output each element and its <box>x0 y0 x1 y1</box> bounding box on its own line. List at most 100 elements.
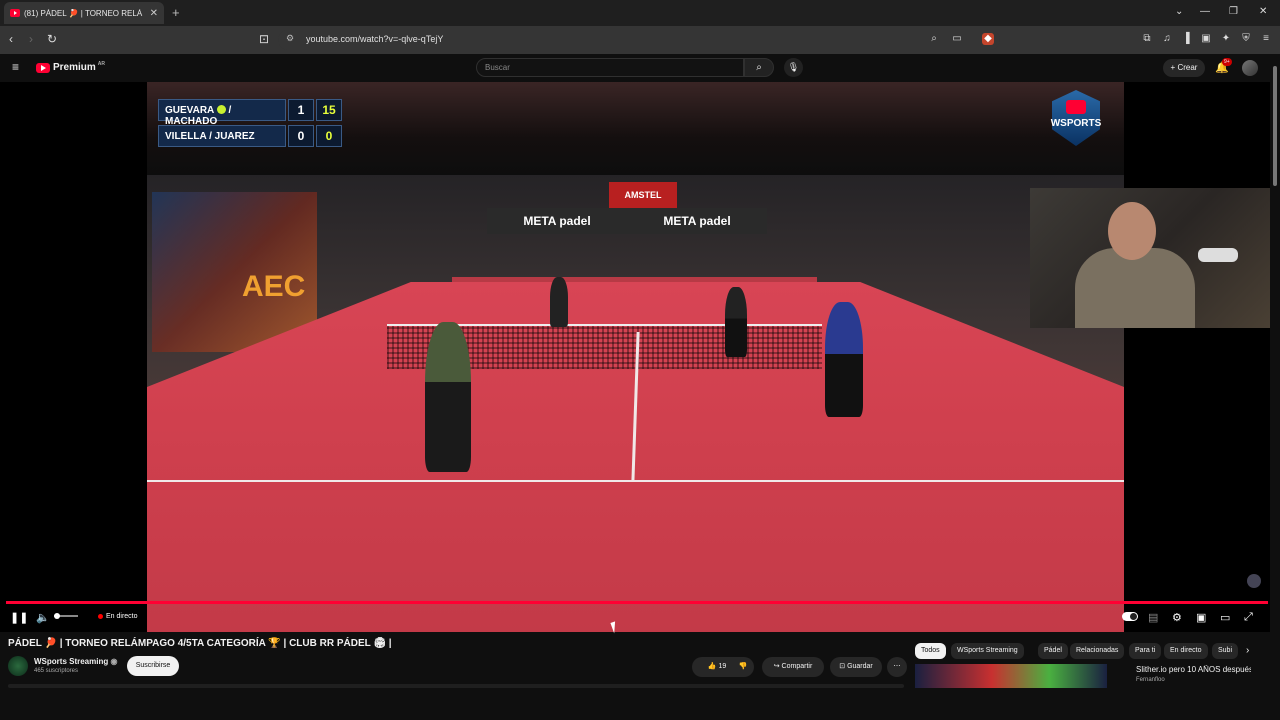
search-button[interactable]: ⌕ <box>744 58 774 77</box>
sidebar-icon[interactable]: ▐ <box>1180 33 1192 45</box>
chip-for-you[interactable]: Para ti <box>1129 643 1162 659</box>
youtube-header: ≡ Premium AR Buscar ⌕ 🎙 + Crear 🔔 9+ <box>0 54 1280 82</box>
ai-icon[interactable]: ✦ <box>1220 33 1232 45</box>
settings-icon[interactable]: ⚙ <box>1172 611 1182 624</box>
channel-avatar[interactable] <box>8 656 28 676</box>
back-icon[interactable]: ‹ <box>9 32 13 46</box>
restore-icon[interactable]: ❐ <box>1229 6 1238 17</box>
team2-games: 0 <box>316 125 342 147</box>
save-label: Guardar <box>847 663 873 670</box>
extensions-icon[interactable]: ⧉ <box>1141 33 1153 45</box>
progress-bar[interactable] <box>6 601 1268 604</box>
region-code: AR <box>97 60 106 67</box>
music-icon[interactable]: ♫ <box>1161 33 1173 45</box>
voice-search-icon[interactable]: 🎙 <box>784 58 803 77</box>
youtube-logo[interactable]: Premium AR <box>36 60 106 73</box>
youtube-play-icon <box>36 62 50 73</box>
team2-sets: 0 <box>288 125 314 147</box>
volume-icon[interactable]: 🔈 <box>36 611 50 624</box>
notification-badge: 9+ <box>1222 58 1232 66</box>
channel-name[interactable]: WSports Streaming ◉ <box>34 657 117 666</box>
chip-uploaded[interactable]: Subi <box>1212 643 1238 659</box>
wallet-icon[interactable]: ▣ <box>1200 33 1212 45</box>
tab-search-icon[interactable]: ⌄ <box>1175 6 1183 17</box>
chips-next-icon[interactable]: › <box>1246 645 1249 656</box>
share-button[interactable]: ↪ Compartir <box>762 657 824 677</box>
new-tab-icon[interactable]: + <box>172 5 180 20</box>
description-box[interactable] <box>8 684 904 688</box>
chip-padel[interactable]: Pádel <box>1038 643 1068 659</box>
player-figure <box>825 302 863 417</box>
share-label: Compartir <box>781 663 813 670</box>
create-button[interactable]: + Crear <box>1163 59 1205 77</box>
dislike-button[interactable]: 👎 <box>732 657 754 677</box>
chip-related[interactable]: Relacionadas <box>1070 643 1125 659</box>
subtitles-icon[interactable]: ▤ <box>1148 611 1158 624</box>
team2-name: VILELLA / JUAREZ <box>158 125 286 147</box>
vpn-icon[interactable]: ⛨ <box>1240 33 1252 45</box>
serve-ball-icon <box>216 105 226 114</box>
chip-live[interactable]: En directo <box>1164 643 1208 659</box>
scrollbar-thumb[interactable] <box>1273 66 1277 186</box>
dislike-icon: 👎 <box>738 663 748 670</box>
video-frame: AEC AMSTEL META padel META padel <box>147 82 1124 632</box>
browser-toolbar: ‹ › ↻ ⊡ ⚙ youtube.com/watch?v=-qlve-qTej… <box>0 26 1280 54</box>
chip-channel[interactable]: WSports Streaming <box>951 643 1024 659</box>
microphone-icon <box>1198 248 1238 262</box>
more-actions-icon[interactable]: ⋯ <box>887 657 907 677</box>
fullscreen-icon[interactable]: ⤢ <box>1244 611 1253 624</box>
address-bar[interactable]: ⚙ youtube.com/watch?v=-qlve-qTejY <box>278 30 1000 50</box>
live-indicator[interactable]: En directo <box>98 613 138 620</box>
guide-menu-icon[interactable]: ≡ <box>12 60 19 74</box>
player-figure <box>725 287 747 357</box>
brave-shield-icon[interactable]: ◆ <box>982 33 994 45</box>
recommended-channel[interactable]: Fernanfloo <box>1136 677 1165 683</box>
player-figure <box>550 277 568 327</box>
search-icon: ⌕ <box>756 62 762 73</box>
search-input[interactable]: Buscar <box>476 58 744 77</box>
streamer-webcam <box>1030 188 1270 328</box>
autoplay-toggle[interactable] <box>1122 612 1138 621</box>
url-text: youtube.com/watch?v=-qlve-qTejY <box>306 34 444 44</box>
bookmark-icon[interactable]: ⊡ <box>259 32 269 46</box>
subscribe-button[interactable]: Suscribirse <box>127 656 179 676</box>
page-scrollbar[interactable] <box>1270 54 1280 720</box>
site-info-icon[interactable]: ⚙ <box>286 33 294 44</box>
browser-tab[interactable]: (81) PÁDEL 🏓 | TORNEO RELÁ ✕ <box>4 2 164 24</box>
logo-text: Premium <box>53 62 96 73</box>
forward-icon[interactable]: › <box>29 32 33 46</box>
sponsor-text-1: META padel <box>523 214 591 228</box>
channel-watermark-icon[interactable] <box>1247 574 1261 588</box>
live-dot-icon <box>98 614 103 619</box>
player-figure <box>425 322 471 472</box>
pause-icon[interactable]: ❚❚ <box>10 611 28 624</box>
reload-icon[interactable]: ↻ <box>47 32 57 46</box>
zoom-icon[interactable]: ⌕ <box>928 33 940 45</box>
cast-icon[interactable]: ▭ <box>951 33 963 45</box>
close-window-icon[interactable]: ✕ <box>1259 6 1267 17</box>
academy-logo: AEC <box>242 270 306 303</box>
theater-mode-icon[interactable]: ▭ <box>1220 611 1230 624</box>
account-avatar[interactable] <box>1242 60 1258 76</box>
minimize-icon[interactable]: — <box>1200 6 1210 17</box>
recommended-title[interactable]: Slither.io pero 10 AÑOS después ... <box>1136 665 1251 674</box>
save-button[interactable]: ⊡ Guardar <box>830 657 882 677</box>
save-icon: ⊡ <box>839 663 846 670</box>
recommended-thumbnail[interactable] <box>915 664 1107 688</box>
browser-menu-icon[interactable]: ≡ <box>1260 33 1272 45</box>
chip-todos[interactable]: Todos <box>915 643 946 659</box>
miniplayer-icon[interactable]: ▣ <box>1196 611 1206 624</box>
verified-icon: ◉ <box>110 657 118 666</box>
volume-slider[interactable] <box>54 613 78 619</box>
browser-tab-bar: (81) PÁDEL 🏓 | TORNEO RELÁ ✕ + ⌄ — ❐ ✕ <box>0 0 1280 26</box>
streamer-body <box>1075 248 1195 328</box>
close-tab-icon[interactable]: ✕ <box>150 8 158 19</box>
like-count: 19 <box>718 663 727 670</box>
video-player[interactable]: AEC AMSTEL META padel META padel GUEVARA… <box>0 82 1270 632</box>
youtube-play-icon <box>1066 100 1086 114</box>
youtube-favicon-icon <box>10 9 20 17</box>
live-label: En directo <box>106 613 138 620</box>
tab-title: (81) PÁDEL 🏓 | TORNEO RELÁ <box>24 8 143 18</box>
share-icon: ↪ <box>773 663 780 670</box>
sponsor-text-2: META padel <box>663 214 731 228</box>
